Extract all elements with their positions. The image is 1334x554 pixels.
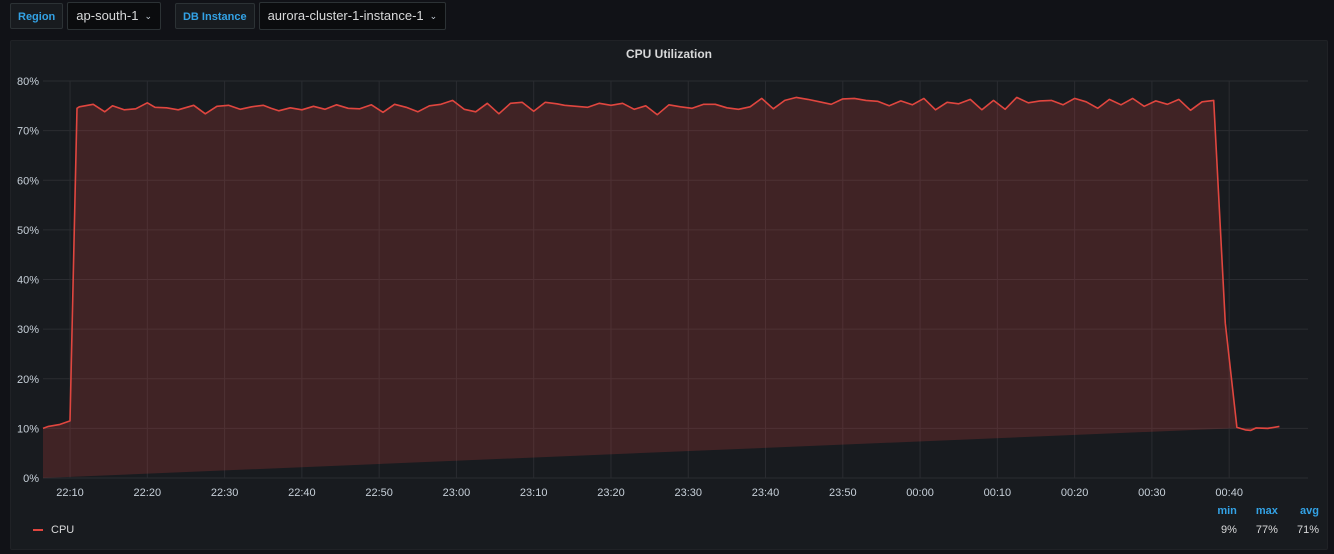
cpu-chart[interactable]: 0% 10% 20% 30% 40% 50% 60% 70% 80% 22:10 22:20 22:3… (11, 41, 1327, 501)
stat-header-avg[interactable]: avg (1281, 505, 1319, 524)
db-instance-value: aurora-cluster-1-instance-1 (267, 8, 424, 23)
region-label: Region (10, 3, 64, 29)
series-area-cpu (43, 97, 1280, 479)
x-tick-label: 00:20 (1061, 487, 1089, 499)
stat-value-max: 77% (1255, 524, 1278, 536)
legend-swatch (33, 529, 43, 531)
legend-label: CPU (51, 524, 75, 536)
legend-item-cpu[interactable]: CPU (33, 524, 74, 536)
y-tick-label: 60% (17, 175, 39, 187)
y-tick-label: 10% (17, 423, 39, 435)
chevron-down-icon: ⌄ (144, 11, 152, 21)
db-instance-variable: DB Instance aurora-cluster-1-instance-1 … (174, 2, 447, 30)
x-tick-label: 22:20 (134, 487, 162, 499)
legend-stat-max: max 77% (1240, 505, 1278, 536)
y-tick-label: 20% (17, 374, 39, 386)
x-tick-label: 22:30 (211, 487, 239, 499)
db-instance-label: DB Instance (174, 3, 255, 29)
legend-stat-avg: avg 71% (1281, 505, 1319, 536)
region-select[interactable]: ap-south-1 ⌄ (67, 2, 161, 30)
db-instance-select[interactable]: aurora-cluster-1-instance-1 ⌄ (258, 2, 447, 30)
stat-header-max[interactable]: max (1240, 505, 1278, 524)
x-tick-label: 22:10 (56, 487, 84, 499)
variables-bar: Region ap-south-1 ⌄ DB Instance aurora-c… (10, 2, 460, 30)
stat-header-min[interactable]: min (1199, 505, 1237, 524)
x-tick-label: 23:00 (443, 487, 471, 499)
legend-stat-min: min 9% (1199, 505, 1237, 536)
region-value: ap-south-1 (76, 8, 139, 23)
x-tick-label: 00:10 (984, 487, 1012, 499)
y-tick-label: 70% (17, 126, 39, 138)
x-tick-label: 23:50 (829, 487, 857, 499)
y-tick-label: 0% (23, 473, 39, 485)
x-tick-label: 23:30 (674, 487, 702, 499)
x-tick-label: 00:00 (906, 487, 934, 499)
x-tick-label: 22:50 (365, 487, 393, 499)
x-tick-label: 00:40 (1215, 487, 1243, 499)
y-tick-label: 80% (17, 76, 39, 88)
y-tick-label: 30% (17, 324, 39, 336)
x-tick-label: 22:40 (288, 487, 316, 499)
region-variable: Region ap-south-1 ⌄ (10, 2, 161, 30)
stat-value-avg: 71% (1296, 524, 1319, 536)
x-tick-label: 23:10 (520, 487, 548, 499)
x-tick-label: 23:20 (597, 487, 625, 499)
chevron-down-icon: ⌄ (429, 11, 438, 21)
stat-value-min: 9% (1220, 524, 1237, 536)
y-tick-label: 40% (17, 275, 39, 287)
cpu-utilization-panel: CPU Utilization 0% 10% 20% 30% 40% 50% 60% 70% 8… (10, 40, 1328, 550)
x-tick-label: 23:40 (752, 487, 780, 499)
legend-stats: min 9% max 77% avg 71% (1199, 505, 1319, 536)
y-tick-label: 50% (17, 225, 39, 237)
x-tick-label: 00:30 (1138, 487, 1166, 499)
